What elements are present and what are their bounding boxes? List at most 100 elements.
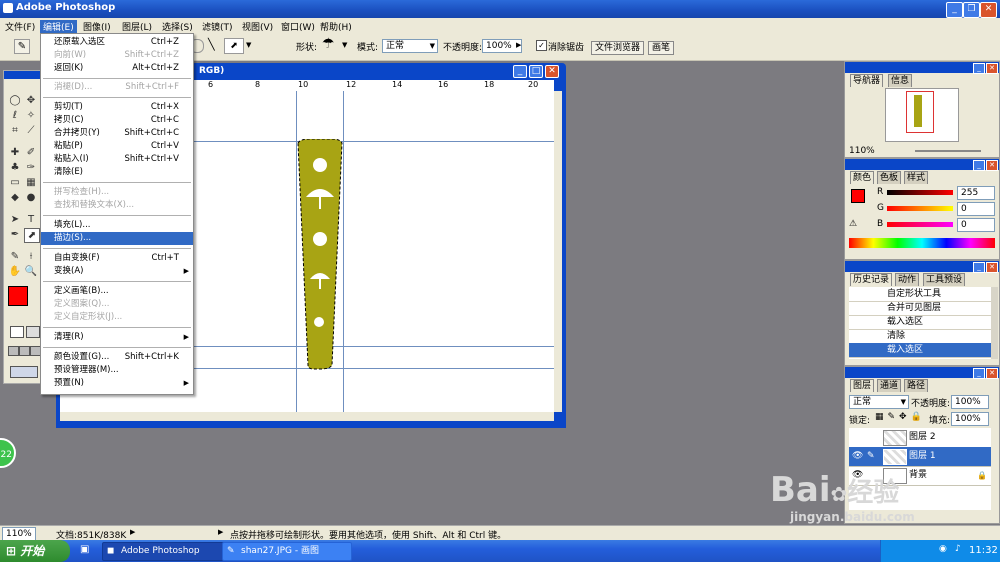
doc-maximize-button[interactable]: □ — [529, 65, 543, 78]
panel-close-button[interactable]: ✕ — [986, 262, 998, 273]
menu-item-stroke[interactable]: 描边(S)... — [41, 232, 193, 245]
fg-color-swatch[interactable] — [851, 189, 865, 203]
menu-item-define-pattern[interactable]: 定义图案(Q)... — [41, 298, 193, 311]
navigator-zoom[interactable]: 110% — [849, 146, 875, 156]
layer-row[interactable]: 图层 2 — [849, 428, 991, 448]
gradient-tool-icon[interactable]: ▦ — [24, 176, 38, 189]
menu-item-cut[interactable]: 剪切(T) Ctrl+X — [41, 101, 193, 114]
move-tool-icon[interactable]: ✥ — [24, 94, 38, 107]
vertical-scrollbar[interactable] — [554, 91, 562, 412]
menu-item-color-settings[interactable]: 颜色设置(G)... Shift+Ctrl+K — [41, 351, 193, 364]
shape-dropdown-icon[interactable]: ▼ — [342, 41, 347, 49]
file-browser-tab[interactable]: 文件浏览器 — [591, 41, 645, 55]
eyedropper-icon[interactable]: ⟊ — [24, 250, 38, 263]
menu-item-step-backward[interactable]: 返回(K) Alt+Ctrl+Z — [41, 62, 193, 75]
doc-minimize-button[interactable]: _ — [513, 65, 527, 78]
menu-item-fill[interactable]: 填充(L)... — [41, 219, 193, 232]
b-field[interactable]: 0 — [957, 218, 995, 232]
menu-window[interactable]: 窗口(W) — [278, 20, 318, 33]
type-tool-icon[interactable]: T — [24, 213, 38, 226]
task-paint[interactable]: ✎ shan27.JPG - 画图 — [222, 542, 352, 561]
brush-tool-icon[interactable]: ✐ — [24, 146, 38, 159]
menu-item-copy-merged[interactable]: 合并拷贝(Y) Shift+Ctrl+C — [41, 127, 193, 140]
panel-minimize-button[interactable]: _ — [973, 160, 985, 171]
menu-item-paste[interactable]: 粘贴(P) Ctrl+V — [41, 140, 193, 153]
tab-history[interactable]: 历史记录 — [850, 273, 893, 286]
standard-mode-icon[interactable] — [10, 326, 24, 338]
tab-tool-presets[interactable]: 工具预设 — [923, 273, 966, 286]
g-field[interactable]: 0 — [957, 202, 995, 216]
restore-button[interactable]: ❐ — [963, 2, 980, 18]
blend-mode-select[interactable]: 正常 ▼ — [849, 395, 909, 409]
history-scrollbar[interactable] — [991, 287, 998, 359]
notes-tool-icon[interactable]: ✎ — [8, 250, 22, 263]
antialias-checkbox[interactable]: ✓ — [536, 40, 547, 51]
healing-brush-icon[interactable]: ✚ — [8, 146, 22, 159]
chevron-down-icon[interactable]: ▼ — [246, 41, 251, 49]
umbrella-shape-icon[interactable]: ☂ — [322, 36, 335, 52]
g-slider[interactable] — [887, 206, 953, 211]
foreground-color-swatch[interactable] — [8, 286, 28, 306]
history-item[interactable]: 载入选区 — [849, 315, 991, 330]
view-box[interactable] — [906, 91, 934, 133]
lasso-tool-icon[interactable]: ℓ — [8, 109, 22, 122]
menu-item-paste-into[interactable]: 粘贴入(I) Shift+Ctrl+V — [41, 153, 193, 166]
menu-item-find-replace[interactable]: 查找和替换文本(X)... — [41, 199, 193, 212]
screen-mode-2-icon[interactable] — [19, 346, 30, 356]
history-item[interactable]: 清除 — [849, 329, 991, 344]
panel-close-button[interactable]: ✕ — [986, 63, 998, 74]
history-item[interactable]: 自定形状工具 — [849, 287, 991, 302]
menu-layer[interactable]: 图层(L) — [119, 20, 155, 33]
hand-tool-icon[interactable]: ✋ — [8, 265, 22, 278]
menu-image[interactable]: 图像(I) — [80, 20, 114, 33]
eraser-tool-icon[interactable]: ▭ — [8, 176, 22, 189]
tab-info[interactable]: 信息 — [888, 74, 913, 87]
tab-channels[interactable]: 通道 — [877, 379, 902, 392]
opacity-arrow-icon[interactable]: ▶ — [516, 41, 521, 49]
show-desktop-icon[interactable]: ▣ — [80, 544, 89, 555]
menu-item-preset-manager[interactable]: 预设管理器(M)... — [41, 364, 193, 377]
eye-icon[interactable]: 👁 — [852, 447, 863, 466]
tab-color[interactable]: 颜色 — [850, 171, 875, 184]
volume-icon[interactable]: ♪ — [955, 544, 961, 554]
tab-styles[interactable]: 样式 — [904, 171, 929, 184]
zoom-slider[interactable] — [915, 150, 981, 152]
menu-item-copy[interactable]: 拷贝(C) Ctrl+C — [41, 114, 193, 127]
layer-row[interactable]: 👁 ✎ 图层 1 — [849, 447, 991, 467]
navigator-thumbnail[interactable] — [885, 88, 959, 142]
menu-item-transform[interactable]: 变换(A) ▶ — [41, 265, 193, 278]
layer-opacity-field[interactable]: 100% — [951, 395, 989, 409]
menu-item-define-brush[interactable]: 定义画笔(B)... — [41, 285, 193, 298]
menu-filter[interactable]: 滤镜(T) — [199, 20, 236, 33]
status-zoom[interactable]: 110% — [2, 527, 36, 541]
menu-item-free-transform[interactable]: 自由变换(F) Ctrl+T — [41, 252, 193, 265]
menu-select[interactable]: 选择(S) — [159, 20, 196, 33]
pen-tool-icon[interactable]: ✒ — [8, 228, 22, 241]
menu-item-purge[interactable]: 清理(R) ▶ — [41, 331, 193, 344]
slice-tool-icon[interactable]: ⟋ — [24, 124, 38, 137]
color-ramp[interactable] — [849, 238, 995, 248]
panel-close-button[interactable]: ✕ — [986, 160, 998, 171]
blur-tool-icon[interactable]: ◆ — [8, 191, 22, 204]
doc-close-button[interactable]: ✕ — [545, 65, 559, 78]
menu-item-preferences[interactable]: 预置(N) ▶ — [41, 377, 193, 390]
menu-item-step-forward[interactable]: 向前(W) Shift+Ctrl+Z — [41, 49, 193, 62]
history-item[interactable]: 合并可见图层 — [849, 301, 991, 316]
panel-close-button[interactable]: ✕ — [986, 368, 998, 379]
fill-field[interactable]: 100% — [951, 412, 989, 426]
tab-layers[interactable]: 图层 — [850, 379, 875, 392]
path-select-icon[interactable]: ➤ — [8, 213, 22, 226]
brushes-tab[interactable]: 画笔 — [648, 41, 675, 55]
menu-item-fade[interactable]: 消褪(D)... Shift+Ctrl+F — [41, 81, 193, 94]
dodge-tool-icon[interactable]: ● — [24, 191, 38, 204]
clone-stamp-icon[interactable]: ♣ — [8, 161, 22, 174]
r-slider[interactable] — [887, 190, 953, 195]
menu-view[interactable]: 视图(V) — [239, 20, 276, 33]
panel-minimize-button[interactable]: _ — [973, 262, 985, 273]
status-arrow-icon[interactable]: ▶ — [130, 528, 135, 536]
r-field[interactable]: 255 — [957, 186, 995, 200]
history-brush-icon[interactable]: ✑ — [24, 161, 38, 174]
magic-wand-icon[interactable]: ✧ — [24, 109, 38, 122]
lock-icons[interactable]: ▦✎✥🔒 — [875, 412, 926, 422]
start-button[interactable]: ⊞ 开始 — [0, 540, 70, 562]
